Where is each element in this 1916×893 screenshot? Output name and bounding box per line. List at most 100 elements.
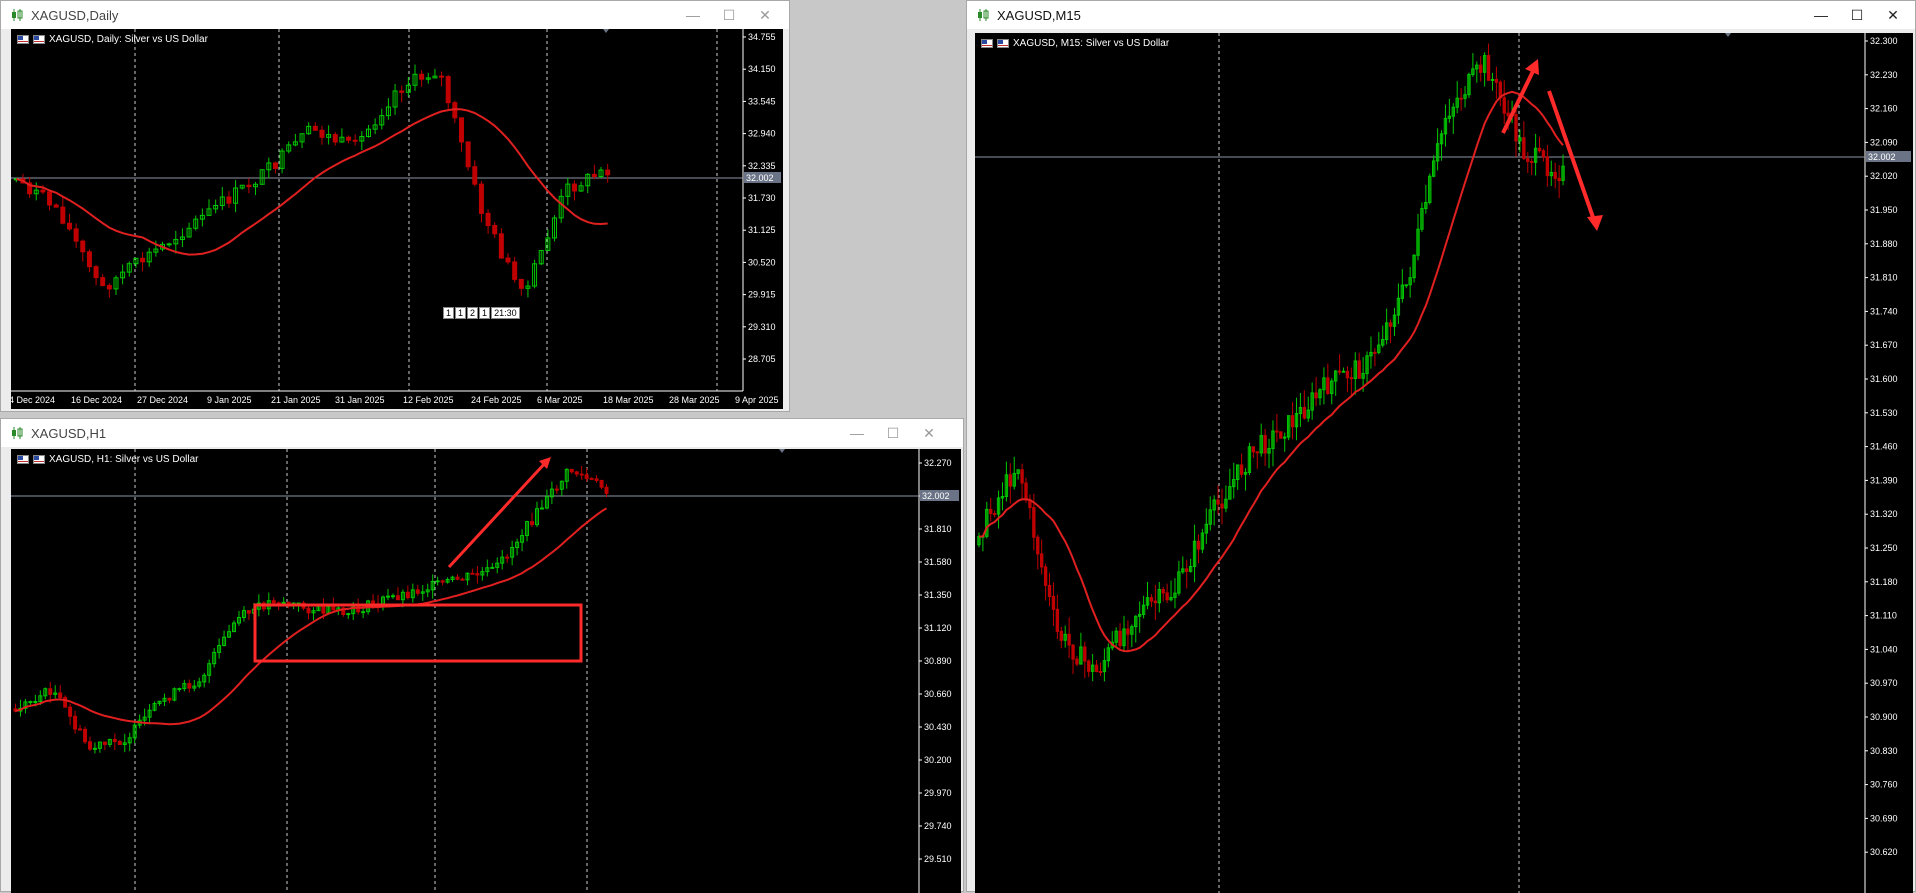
candle xyxy=(1177,560,1181,596)
navigator-item[interactable]: 1 xyxy=(479,307,491,319)
candle xyxy=(1075,655,1079,667)
y-tick-label: 30.890 xyxy=(924,656,952,666)
candle xyxy=(1145,581,1150,610)
candle xyxy=(1522,121,1526,160)
window-daily-titlebar[interactable]: XAGUSD,Daily — ☐ ✕ xyxy=(1,1,789,29)
candle xyxy=(405,76,411,97)
minimize-icon[interactable]: — xyxy=(675,1,711,29)
close-icon[interactable]: ✕ xyxy=(747,1,783,29)
x-tick-label: 6 Mar 2025 xyxy=(537,395,583,405)
candle xyxy=(157,700,162,706)
candle xyxy=(306,606,311,620)
candle xyxy=(452,100,458,124)
candle xyxy=(1153,584,1158,621)
candle xyxy=(1475,61,1479,83)
candle xyxy=(227,624,232,638)
maximize-icon[interactable]: ☐ xyxy=(711,1,747,29)
candle xyxy=(1349,367,1354,396)
minimize-icon[interactable]: — xyxy=(839,419,875,447)
candle xyxy=(1138,601,1142,633)
window-daily[interactable]: XAGUSD,Daily — ☐ ✕ 34.755 34.150 33.545 32.… xyxy=(0,0,790,412)
candle xyxy=(66,213,72,231)
candle xyxy=(1377,331,1381,355)
y-tick-label: 30.660 xyxy=(924,689,952,699)
candle xyxy=(1220,488,1224,525)
navigator-item[interactable]: 1 xyxy=(455,307,467,319)
candle xyxy=(1388,319,1393,344)
candle xyxy=(1012,456,1016,490)
candle xyxy=(147,704,152,724)
current-price-label: 32.002 xyxy=(1868,152,1896,162)
x-tick-label: 18 Mar 2025 xyxy=(603,395,654,405)
candle xyxy=(1318,388,1322,406)
candle xyxy=(339,128,345,143)
y-tick-label: 31.810 xyxy=(1870,273,1898,283)
window-h1-titlebar[interactable]: XAGUSD,H1 — ☐ ✕ xyxy=(1,419,963,447)
navigator-time[interactable]: 21:30 xyxy=(491,307,520,319)
candle xyxy=(565,177,571,206)
candle xyxy=(1404,284,1408,289)
candle xyxy=(1247,442,1252,476)
candle xyxy=(1334,369,1338,396)
candle xyxy=(126,261,132,277)
candle xyxy=(246,178,252,194)
candle xyxy=(127,732,132,752)
candle xyxy=(1416,213,1420,261)
candle xyxy=(1306,396,1310,422)
window-h1[interactable]: XAGUSD,H1 — ☐ ✕ 32.27032.04031.81031.580… xyxy=(0,418,964,893)
candle xyxy=(63,695,68,708)
close-icon[interactable]: ✕ xyxy=(911,419,947,447)
chart-daily[interactable]: 34.755 34.150 33.545 32.940 32.335 31.730 31.1… xyxy=(11,29,783,409)
candle xyxy=(193,215,199,231)
candle xyxy=(1004,461,1009,502)
candle xyxy=(395,587,400,601)
chart-m15[interactable]: 32.300 32.230 32.160 32.090 32.020 31.950 31.8… xyxy=(975,33,1913,893)
maximize-icon[interactable]: ☐ xyxy=(1839,1,1875,29)
candle xyxy=(226,191,232,208)
close-icon[interactable]: ✕ xyxy=(1875,1,1911,29)
y-tick-label: 31.460 xyxy=(1870,442,1898,452)
candle xyxy=(53,685,58,699)
candle xyxy=(605,163,611,183)
candle xyxy=(1063,625,1067,648)
candle xyxy=(172,687,177,702)
candle xyxy=(1373,348,1377,367)
candle xyxy=(1236,464,1240,490)
candle xyxy=(591,164,597,180)
history-navigator[interactable]: 1 1 2 1 21:30 xyxy=(443,307,520,319)
candle xyxy=(530,512,535,527)
candle xyxy=(253,181,259,196)
y-tick-label: 30.620 xyxy=(1870,847,1898,857)
window-m15-titlebar[interactable]: XAGUSD,M15 — ☐ ✕ xyxy=(967,1,1915,29)
minimize-icon[interactable]: — xyxy=(1803,1,1839,29)
candle xyxy=(1208,496,1212,531)
maximize-icon[interactable]: ☐ xyxy=(875,419,911,447)
candle xyxy=(1043,563,1048,601)
candle xyxy=(1490,72,1495,91)
candle xyxy=(1098,662,1103,676)
candle xyxy=(1094,660,1099,673)
candle xyxy=(311,607,316,621)
candle xyxy=(1173,578,1177,609)
chart-shift-marker xyxy=(1725,33,1731,37)
candle xyxy=(392,83,398,115)
candle xyxy=(1322,367,1326,405)
candle xyxy=(439,71,445,87)
candle xyxy=(1059,626,1063,649)
candle xyxy=(1369,336,1373,369)
candle xyxy=(1494,66,1499,99)
chart-h1[interactable]: 32.27032.04031.81031.58031.35031.12030.8… xyxy=(11,449,961,893)
candle xyxy=(187,679,192,693)
navigator-item[interactable]: 1 xyxy=(443,307,455,319)
candle xyxy=(272,161,278,174)
y-tick-label: 31.125 xyxy=(748,225,776,235)
candle xyxy=(1283,432,1287,452)
navigator-item[interactable]: 2 xyxy=(467,307,479,319)
candle xyxy=(217,638,222,659)
window-m15[interactable]: XAGUSD,M15 — ☐ ✕ 32.300 32.230 32.160 32.09… xyxy=(966,0,1916,893)
y-tick-label: 31.320 xyxy=(1870,509,1898,519)
candle xyxy=(584,467,589,482)
y-tick-label: 30.970 xyxy=(1870,678,1898,688)
candle xyxy=(1055,594,1060,640)
chart-daily-svg: 34.755 34.150 33.545 32.940 32.335 31.730 31.1… xyxy=(11,29,781,405)
